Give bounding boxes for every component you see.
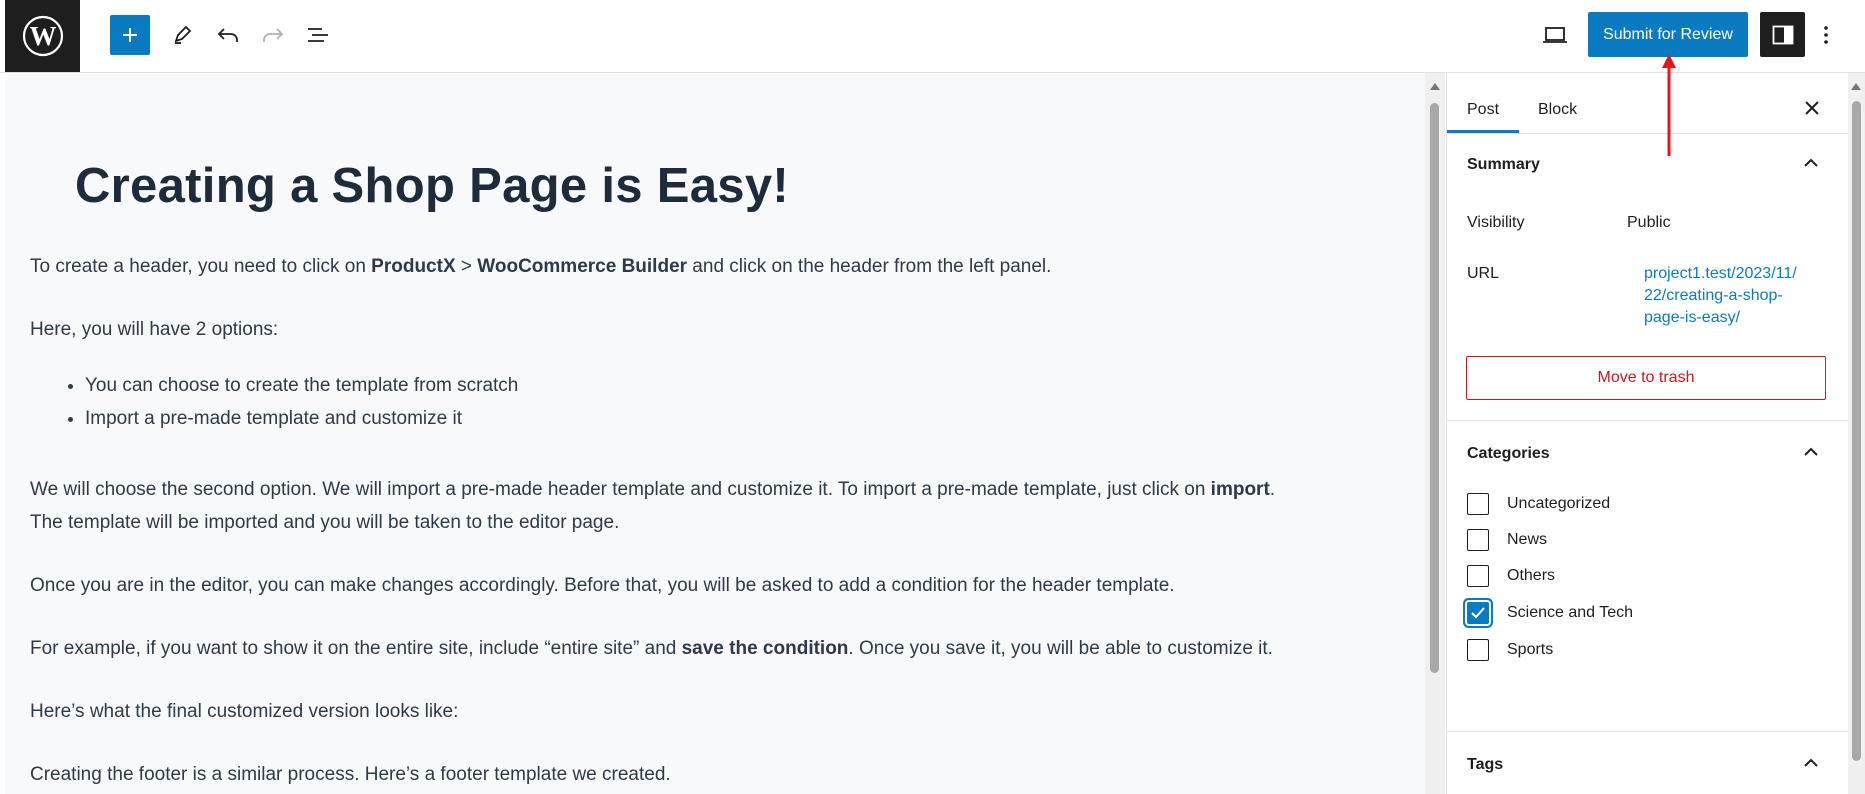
category-others[interactable]: Others [1467,563,1555,589]
editor-canvas[interactable]: Creating a Shop Page is Easy! To create … [5,73,1425,794]
close-sidebar-button[interactable] [1797,93,1827,123]
scrollbar-thumb[interactable] [1852,101,1861,761]
text-run: . Once you save it, you will be able to … [848,638,1273,659]
text-run: For example, if you want to show it on t… [30,638,682,659]
plus-icon [123,28,137,42]
move-to-trash-button[interactable]: Move to trash [1466,356,1826,400]
category-uncategorized[interactable]: Uncategorized [1467,491,1610,517]
text-run: We will choose the second option. We wil… [30,479,1211,500]
checkbox[interactable] [1467,639,1489,661]
tab-post[interactable]: Post [1467,101,1499,119]
kebab-menu-icon [1824,26,1828,44]
redo-button[interactable] [253,15,293,55]
add-block-button[interactable] [110,15,150,55]
paragraph-block[interactable]: To create a header, you need to click on… [30,256,1051,278]
tab-block[interactable]: Block [1538,101,1577,119]
bold-text: ProductX [371,256,456,277]
panel-divider [1447,420,1849,421]
laptop-icon [1543,27,1567,43]
visibility-label: Visibility [1467,214,1525,231]
settings-toggle-button[interactable] [1760,12,1805,57]
summary-panel-title[interactable]: Summary [1467,156,1540,174]
canvas-scrollbar[interactable] [1425,73,1445,794]
categories-panel-title[interactable]: Categories [1467,445,1550,463]
paragraph-block[interactable]: We will choose the second option. We wil… [30,479,1275,501]
paragraph-block[interactable]: Here, you will have 2 options: [30,319,278,341]
category-label: News [1507,531,1548,548]
scroll-up-arrow-icon[interactable] [1851,83,1861,90]
chevron-up-icon[interactable] [1802,156,1820,170]
url-label: URL [1467,265,1500,282]
category-label: Others [1507,567,1556,584]
checkbox[interactable] [1467,565,1489,587]
preview-button[interactable] [1535,15,1575,55]
close-icon [1805,101,1819,115]
panel-divider [1447,731,1849,732]
undo-button[interactable] [208,15,248,55]
post-title[interactable]: Creating a Shop Page is Easy! [75,158,789,214]
redo-icon [263,28,284,42]
category-label: Uncategorized [1507,495,1611,512]
svg-text:W: W [29,21,56,51]
list-item: You can choose to create the template fr… [85,372,518,405]
text-run: . [1269,479,1276,500]
wordpress-logo-icon[interactable]: W [5,0,80,72]
category-label: Sports [1507,641,1554,658]
url-line: project1.test/2023/11/ [1644,265,1797,282]
category-sports[interactable]: Sports [1467,637,1553,663]
sidebar-scrollbar[interactable] [1848,73,1865,794]
undo-icon [217,28,238,42]
paragraph-line[interactable]: The template will be imported and you wi… [30,512,619,534]
paragraph-block[interactable]: Creating the footer is a similar process… [30,764,671,786]
bold-text: save the condition [681,638,849,659]
paragraph-block[interactable]: For example, if you want to show it on t… [30,638,1273,660]
editor-toolbar: W Submit for Review [0,0,1865,73]
category-science-and-tech[interactable]: Science and Tech [1467,600,1633,626]
bold-text: WooCommerce Builder [477,256,688,277]
list-item: Import a pre-made template and customize… [85,405,518,438]
visibility-value[interactable]: Public [1627,214,1671,232]
sidebar-tabs: Post Block [1447,73,1849,134]
options-button[interactable] [1811,15,1841,55]
category-label: Science and Tech [1507,604,1634,621]
url-line: 22/creating-a-shop- [1644,287,1783,304]
category-news[interactable]: News [1467,527,1547,553]
settings-sidebar: Post Block Summary Visibility Public URL… [1446,73,1849,794]
text-run: To create a header, you need to click on [30,256,372,277]
text-run: and click on the header from the left pa… [687,256,1052,277]
submit-for-review-button[interactable]: Submit for Review [1588,12,1748,57]
scrollbar-thumb[interactable] [1430,103,1439,673]
text-run: > [455,256,478,277]
bullet-list[interactable]: You can choose to create the template fr… [30,372,518,438]
checkbox-checked[interactable] [1467,602,1489,624]
scroll-up-arrow-icon[interactable] [1430,83,1440,90]
checkmark-icon [1471,607,1485,619]
chevron-up-icon[interactable] [1802,756,1820,770]
url-line: page-is-easy/ [1644,309,1741,326]
paragraph-block[interactable]: Once you are in the editor, you can make… [30,575,1175,597]
annotation-arrow-icon [1662,54,1676,156]
pencil-icon [174,25,192,44]
active-tab-indicator [1447,130,1519,133]
list-view-icon [308,28,328,42]
list-view-button[interactable] [298,15,338,55]
checkbox[interactable] [1467,493,1489,515]
checkbox[interactable] [1467,529,1489,551]
tags-panel-title[interactable]: Tags [1467,756,1503,774]
post-url-link[interactable]: project1.test/2023/11/ 22/creating-a-sho… [1644,263,1824,329]
tools-button[interactable] [162,15,202,55]
paragraph-block[interactable]: Here’s what the final customized version… [30,701,458,723]
chevron-up-icon[interactable] [1802,445,1820,459]
sidebar-toggle-icon [1772,25,1793,44]
bold-text: import [1210,479,1270,500]
